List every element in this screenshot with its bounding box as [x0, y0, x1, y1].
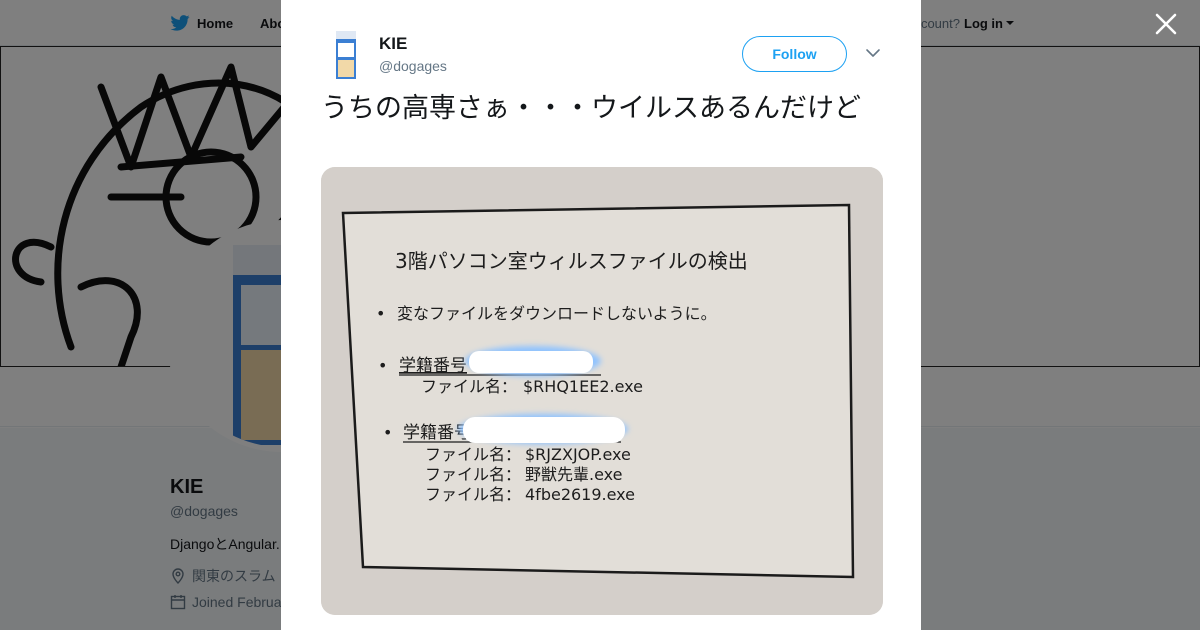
slide-file-3: 野獣先輩.exe: [525, 465, 622, 484]
slide-bullet-dot-3: •: [383, 423, 392, 442]
slide-title: 3階パソコン室ウィルスファイルの検出: [395, 249, 748, 273]
drink-carton-avatar-icon: [336, 31, 356, 79]
slide-file-label-4: ファイル名：: [425, 485, 521, 504]
follow-button[interactable]: Follow: [742, 36, 847, 72]
redaction-1: [469, 351, 593, 373]
slide-file-label-1: ファイル名：: [421, 377, 517, 396]
tweet-author-handle[interactable]: @dogages: [379, 58, 447, 74]
slide-bullet-dot-2: •: [378, 356, 387, 375]
slide-bullet-dot-1: •: [376, 304, 385, 323]
tweet-author-avatar[interactable]: [322, 29, 370, 81]
slide-file-4: 4fbe2619.exe: [525, 485, 635, 504]
chevron-down-icon[interactable]: [864, 46, 882, 60]
slide-student-label-1: 学籍番号: [399, 356, 467, 376]
slide-photo: 3階パソコン室ウィルスファイルの検出 • 変なファイルをダウンロードしないように…: [321, 167, 883, 615]
tweet-photo[interactable]: 3階パソコン室ウィルスファイルの検出 • 変なファイルをダウンロードしないように…: [321, 167, 883, 615]
slide-file-label-3: ファイル名：: [425, 465, 521, 484]
tweet-author-name[interactable]: KIE: [379, 34, 407, 54]
slide-file-1: $RHQ1EE2.exe: [523, 377, 643, 396]
slide-file-2: $RJZXJOP.exe: [525, 445, 631, 464]
tweet-text: うちの高専さぁ・・・ウイルスあるんだけど: [321, 93, 861, 124]
slide-bullet-1: 変なファイルをダウンロードしないように。: [397, 304, 717, 323]
slide-file-label-2: ファイル名：: [425, 445, 521, 464]
redaction-2: [463, 417, 625, 443]
close-icon[interactable]: [1154, 12, 1178, 36]
tweet-modal: KIE @dogages Follow うちの高専さぁ・・・ウイルスあるんだけど…: [281, 0, 921, 630]
